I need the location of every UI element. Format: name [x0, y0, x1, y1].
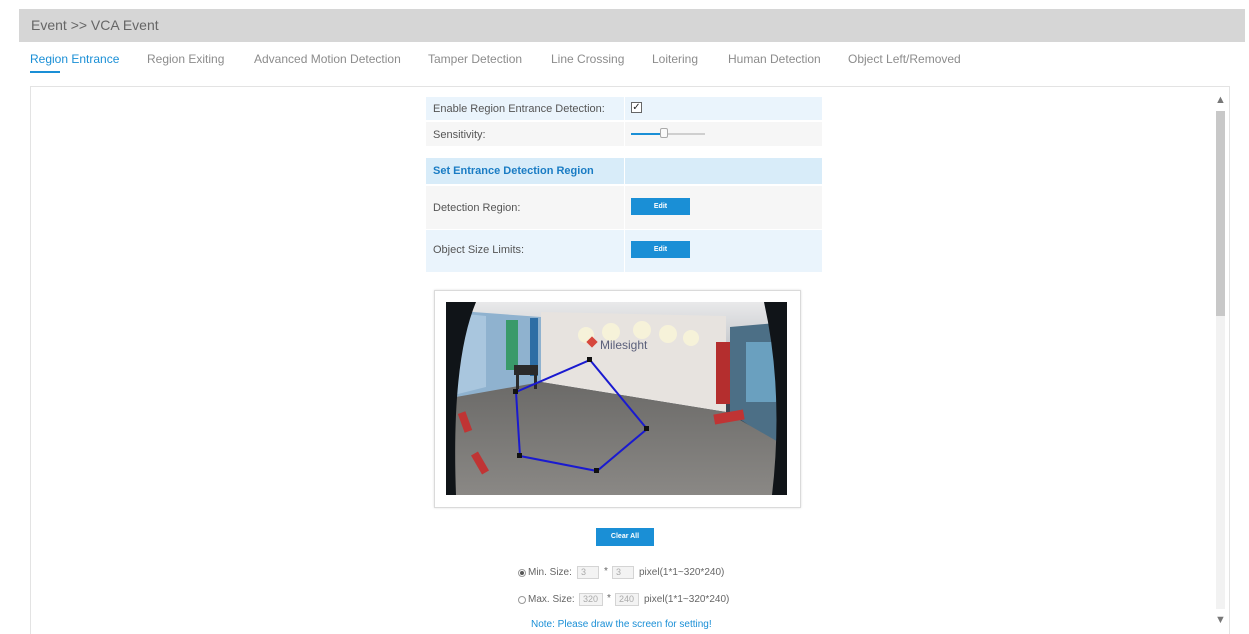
column-divider — [624, 97, 625, 272]
sensitivity-slider-handle[interactable] — [660, 128, 669, 138]
polygon-vertex-handle[interactable] — [644, 426, 649, 431]
max-size-label: Max. Size: — [528, 594, 575, 605]
sensitivity-slider-fill — [631, 133, 665, 135]
max-size-row: Max. Size: 320 * 240 pixel(1*1~320*240) — [518, 593, 758, 607]
max-size-width-input[interactable]: 320 — [579, 593, 603, 606]
object-size-label: Object Size Limits: — [433, 244, 525, 256]
polygon-vertex-handle[interactable] — [517, 453, 522, 458]
active-tab-indicator — [30, 71, 60, 73]
tab-region-entrance[interactable]: Region Entrance — [30, 52, 119, 66]
tab-human-detection[interactable]: Human Detection — [728, 52, 821, 66]
polygon-vertex-handle[interactable] — [594, 468, 599, 473]
min-size-row: Min. Size: 3 * 3 pixel(1*1~320*240) — [518, 566, 758, 580]
page-header: Event >> VCA Event — [19, 9, 1245, 42]
max-size-height-input[interactable]: 240 — [615, 593, 639, 606]
polygon-vertex-handle[interactable] — [513, 389, 518, 394]
enable-label: Enable Region Entrance Detection: — [433, 103, 605, 115]
tab-object-left-removed[interactable]: Object Left/Removed — [848, 52, 961, 66]
min-size-radio[interactable] — [518, 569, 526, 577]
enable-checkbox[interactable]: ✓ — [631, 102, 642, 113]
detection-region-edit-button[interactable]: Edit — [631, 198, 690, 215]
page-title: Event >> VCA Event — [31, 17, 159, 33]
chevron-down-icon[interactable]: ▼ — [1212, 613, 1229, 627]
tab-loitering[interactable]: Loitering — [652, 52, 698, 66]
min-size-label: Min. Size: — [528, 567, 572, 578]
min-size-height-input[interactable]: 3 — [612, 566, 634, 579]
tab-line-crossing[interactable]: Line Crossing — [551, 52, 624, 66]
min-size-width-input[interactable]: 3 — [577, 566, 599, 579]
detection-region-label: Detection Region: — [433, 202, 521, 214]
milesight-logo: Milesight — [600, 338, 648, 352]
tab-region-exiting[interactable]: Region Exiting — [147, 52, 224, 66]
min-size-unit: pixel(1*1~320*240) — [639, 567, 725, 578]
scroll-thumb[interactable] — [1216, 111, 1225, 316]
max-size-unit: pixel(1*1~320*240) — [644, 594, 730, 605]
draw-hint-note: Note: Please draw the screen for setting… — [531, 619, 712, 630]
max-size-separator: * — [607, 593, 611, 604]
vertical-scrollbar[interactable]: ▲ ▼ — [1212, 89, 1229, 634]
sensitivity-label: Sensitivity: — [433, 129, 486, 141]
sensitivity-slider[interactable] — [631, 128, 705, 138]
min-size-separator: * — [604, 566, 608, 577]
chevron-up-icon[interactable]: ▲ — [1212, 93, 1229, 107]
section-title: Set Entrance Detection Region — [433, 165, 594, 177]
camera-scene[interactable]: Milesight — [446, 302, 787, 495]
polygon-vertex-handle[interactable] — [587, 357, 592, 362]
tab-tamper-detection[interactable]: Tamper Detection — [428, 52, 522, 66]
video-preview[interactable]: Milesight — [446, 302, 787, 495]
clear-all-button[interactable]: Clear All — [596, 528, 654, 546]
tab-advanced-motion[interactable]: Advanced Motion Detection — [254, 52, 401, 66]
object-size-edit-button[interactable]: Edit — [631, 241, 690, 258]
max-size-radio[interactable] — [518, 596, 526, 604]
